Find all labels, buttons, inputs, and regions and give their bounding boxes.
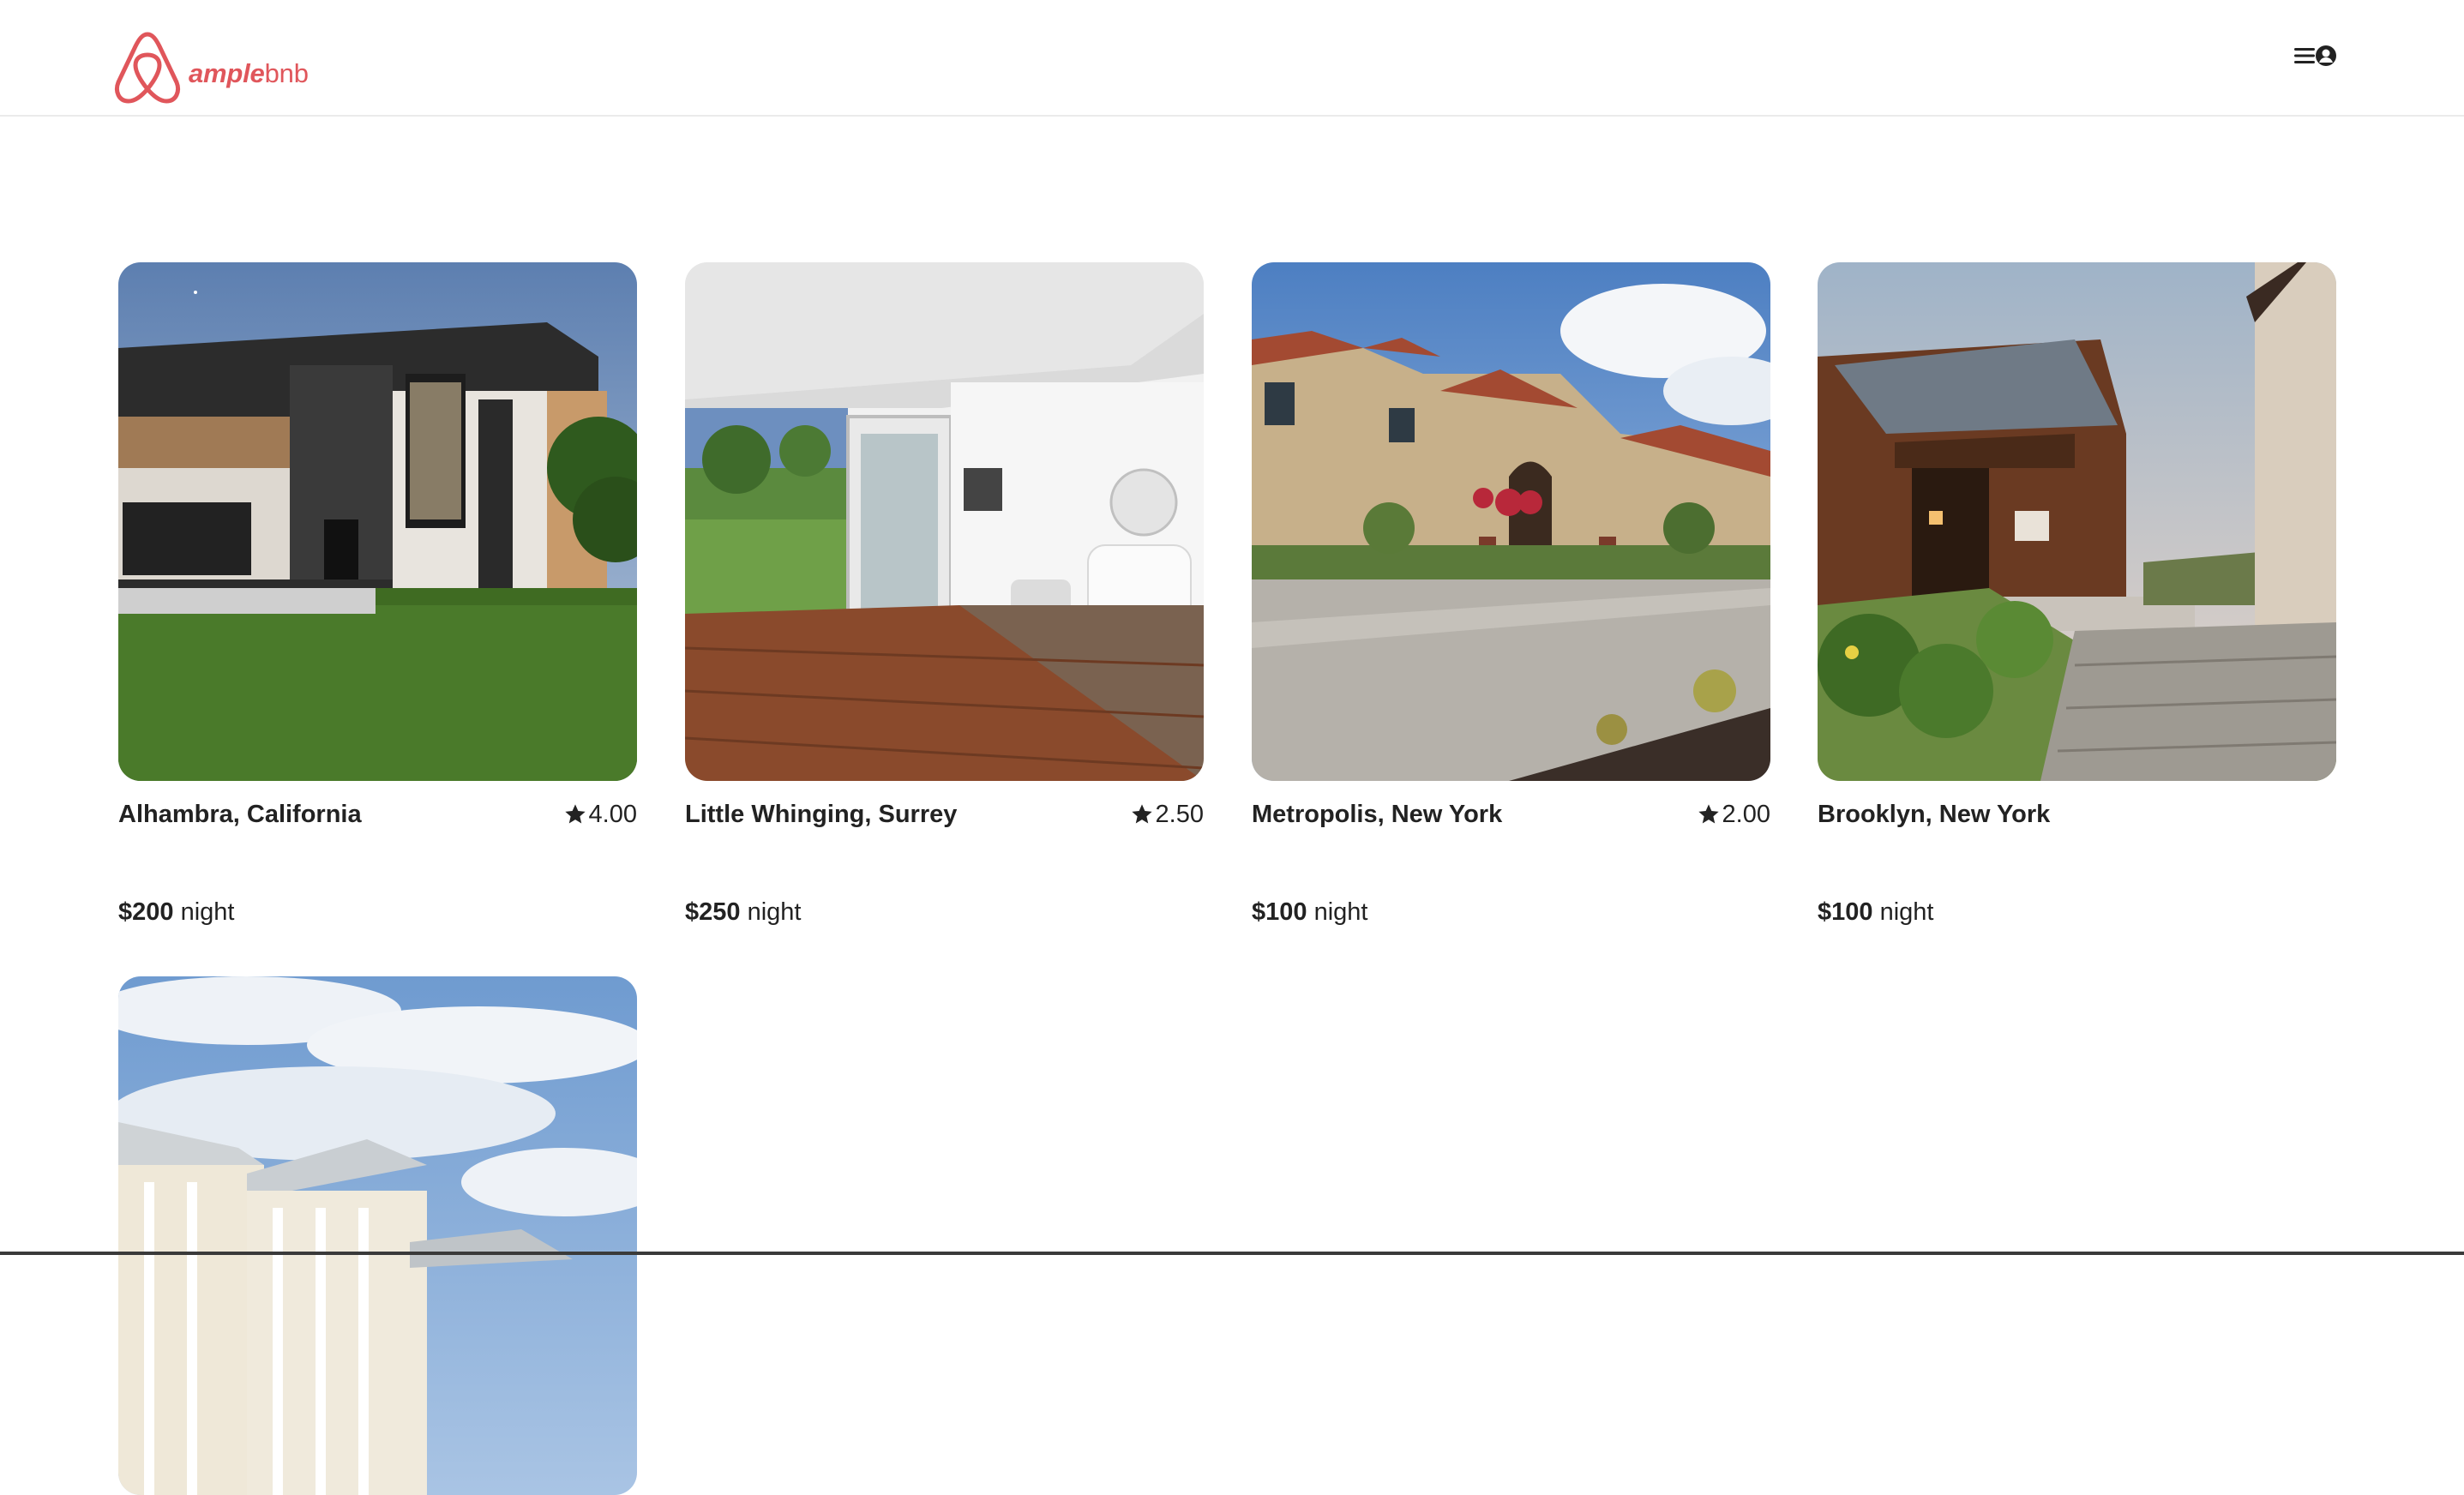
listing-rating: 4.00 bbox=[563, 801, 637, 829]
price-amount: $200 bbox=[118, 898, 174, 926]
star-icon bbox=[564, 804, 586, 824]
top-nav: amplebnb bbox=[0, 0, 2464, 117]
listing-price: $250 night bbox=[685, 898, 801, 927]
listing-location: Metropolis, New York bbox=[1252, 800, 1503, 828]
star-icon bbox=[1131, 804, 1152, 824]
price-amount: $250 bbox=[685, 898, 741, 926]
price-unit: night bbox=[1879, 898, 1934, 926]
price-unit: night bbox=[747, 898, 802, 926]
listing-price: $200 night bbox=[118, 898, 234, 927]
price-amount: $100 bbox=[1818, 898, 1873, 926]
listing-card[interactable]: Metropolis, New York 2.00 $100 night bbox=[1252, 262, 1770, 926]
brand-name-bold: ample bbox=[189, 58, 265, 88]
rating-value: 4.00 bbox=[588, 800, 637, 828]
listing-card[interactable] bbox=[118, 976, 637, 1495]
rating-value: 2.50 bbox=[1155, 800, 1204, 828]
listing-price: $100 night bbox=[1818, 898, 1933, 927]
listing-photo[interactable] bbox=[1252, 262, 1770, 781]
listing-rating: 2.00 bbox=[1697, 801, 1770, 829]
rating-value: 2.00 bbox=[1722, 800, 1770, 828]
user-menu-button[interactable] bbox=[2291, 38, 2341, 74]
listing-photo[interactable] bbox=[118, 262, 637, 781]
listing-rating: 2.50 bbox=[1130, 801, 1204, 829]
price-unit: night bbox=[1313, 898, 1368, 926]
listing-card[interactable]: Brooklyn, New York $100 night bbox=[1818, 262, 2336, 926]
hamburger-icon bbox=[2294, 48, 2315, 63]
listing-price: $100 night bbox=[1252, 898, 1367, 927]
brand-logo[interactable]: amplebnb bbox=[111, 29, 309, 106]
listing-photo[interactable] bbox=[118, 976, 637, 1495]
wooden-cabin-image bbox=[1818, 262, 2336, 781]
star-icon bbox=[1698, 804, 1719, 824]
stone-mansion-image bbox=[1252, 262, 1770, 781]
airbnb-belo-icon bbox=[115, 32, 180, 104]
listing-photo[interactable] bbox=[1818, 262, 2336, 781]
brand-name: amplebnb bbox=[189, 58, 309, 89]
listing-location: Alhambra, California bbox=[118, 800, 362, 828]
listing-card[interactable]: Little Whinging, Surrey 2.50 $250 night bbox=[685, 262, 1204, 926]
viewport-edge bbox=[0, 1252, 2464, 1255]
brand-name-rest: bnb bbox=[264, 58, 309, 88]
listing-card[interactable]: Alhambra, California 4.00 $200 night bbox=[118, 262, 637, 926]
listing-location: Little Whinging, Surrey bbox=[685, 800, 958, 828]
price-unit: night bbox=[180, 898, 235, 926]
modern-house-image bbox=[118, 262, 637, 781]
price-amount: $100 bbox=[1252, 898, 1307, 926]
sunroom-image bbox=[685, 262, 1204, 781]
listing-location: Brooklyn, New York bbox=[1818, 800, 2051, 828]
user-circle-icon bbox=[2316, 45, 2336, 66]
beach-house-image bbox=[118, 976, 637, 1495]
listing-photo[interactable] bbox=[685, 262, 1204, 781]
